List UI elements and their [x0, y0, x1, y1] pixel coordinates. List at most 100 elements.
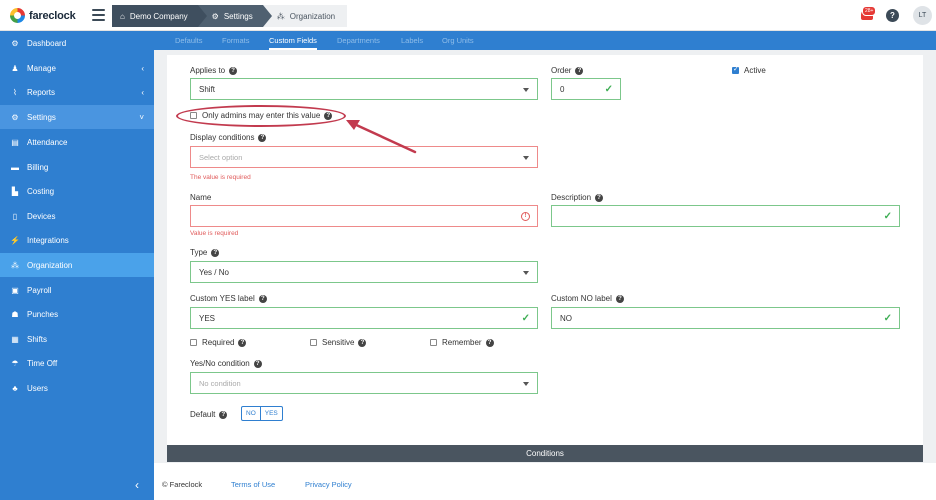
sensitive-checkbox[interactable]: Sensitive? [310, 338, 367, 347]
tab-org-units[interactable]: Org Units [442, 31, 474, 50]
description-input[interactable]: ✓ [551, 205, 900, 227]
person-icon: ♟ [11, 63, 19, 73]
tab-labels[interactable]: Labels [401, 31, 423, 50]
sidebar-item-label: Manage [27, 63, 56, 73]
notifications-bell-icon[interactable]: 28+ [861, 6, 877, 22]
breadcrumb-settings[interactable]: ⚙ Settings [197, 5, 272, 27]
org-chart-icon: ⁂ [11, 260, 19, 270]
sidebar-item-label: Users [27, 383, 48, 393]
help-icon[interactable]: ? [229, 66, 238, 75]
default-no-button[interactable]: NO [242, 407, 260, 420]
sidebar-item-label: Costing [27, 186, 55, 196]
payroll-icon: ▣ [11, 285, 19, 295]
sidebar-item-organization[interactable]: ⁂ Organization [0, 253, 154, 277]
help-icon[interactable]: ? [219, 410, 228, 419]
order-label: Order? [551, 66, 584, 75]
device-icon: ▯ [12, 211, 18, 221]
tab-custom-fields[interactable]: Custom Fields [269, 31, 317, 50]
brand-logo[interactable]: fareclock [10, 8, 76, 23]
checkbox-icon [190, 339, 197, 346]
help-icon[interactable]: ? [575, 66, 584, 75]
caret-down-icon [523, 271, 529, 275]
error-icon: ! [521, 212, 530, 221]
order-input[interactable]: 0 ✓ [551, 78, 621, 100]
sidebar-item-label: Punches [27, 309, 59, 319]
description-label: Description? [551, 193, 604, 202]
active-checkbox[interactable]: Active [732, 65, 766, 75]
help-icon[interactable]: ? [211, 248, 220, 257]
sidebar-item-billing[interactable]: ▬ Billing [0, 155, 154, 179]
chevron-left-icon: ‹ [135, 478, 139, 492]
check-icon: ✓ [521, 313, 530, 324]
beach-icon: ☂ [11, 358, 19, 368]
name-input[interactable]: ! [190, 205, 538, 227]
sidebar-item-punches[interactable]: ☗ Punches [0, 302, 154, 326]
sidebar-item-users[interactable]: ♣ Users [0, 376, 154, 400]
sidebar-item-integrations[interactable]: ⚡ Integrations [0, 228, 154, 252]
footer: © Fareclock Terms of Use Privacy Policy [154, 470, 936, 500]
caret-down-icon [523, 88, 529, 92]
checkbox-icon [430, 339, 437, 346]
sidebar-item-time-off[interactable]: ☂ Time Off [0, 351, 154, 375]
help-icon[interactable]: ? [886, 9, 899, 22]
avatar[interactable]: LT [913, 6, 932, 25]
display-conditions-error: The value is required [190, 174, 251, 181]
sidebar-item-label: Time Off [27, 358, 58, 368]
help-icon[interactable]: ? [615, 294, 624, 303]
tab-departments[interactable]: Departments [337, 31, 380, 50]
help-icon[interactable]: ? [595, 193, 604, 202]
terms-link[interactable]: Terms of Use [231, 480, 275, 489]
gear-icon: ⚙ [11, 112, 19, 122]
sidebar-item-label: Dashboard [27, 38, 67, 48]
sidebar-item-manage[interactable]: ♟ Manage ‹ [0, 56, 154, 80]
help-icon[interactable]: ? [238, 338, 247, 347]
menu-toggle-icon[interactable] [92, 9, 105, 21]
breadcrumb: ⌂ Demo Company ⚙ Settings ⁂ Organization [112, 5, 348, 27]
sidebar-item-label: Shifts [27, 334, 48, 344]
required-checkbox[interactable]: Required? [190, 338, 247, 347]
sidebar-item-shifts[interactable]: ▦ Shifts [0, 327, 154, 351]
sidebar-item-devices[interactable]: ▯ Devices [0, 204, 154, 228]
type-select[interactable]: Yes / No [190, 261, 538, 283]
chevron-down-icon: ˅ [139, 112, 144, 122]
chart-icon: ⌇ [13, 87, 17, 97]
applies-to-select[interactable]: Shift [190, 78, 538, 100]
help-icon[interactable]: ? [358, 338, 367, 347]
help-icon[interactable]: ? [258, 133, 267, 142]
costing-icon: ▙ [11, 186, 19, 196]
sidebar-item-payroll[interactable]: ▣ Payroll [0, 278, 154, 302]
custom-yes-input[interactable]: YES ✓ [190, 307, 538, 329]
sidebar-item-label: Settings [27, 112, 56, 122]
sidebar-collapse-button[interactable]: ‹ [0, 472, 154, 500]
breadcrumb-company[interactable]: ⌂ Demo Company [112, 5, 207, 27]
sidebar-item-attendance[interactable]: ▤ Attendance [0, 130, 154, 154]
check-icon: ✓ [604, 84, 613, 95]
sidebar-item-settings[interactable]: ⚙ Settings ˅ [0, 105, 154, 129]
default-label: Default? [190, 410, 228, 419]
breadcrumb-settings-label: Settings [223, 11, 253, 21]
sidebar-item-dashboard[interactable]: ⚙ Dashboard [0, 31, 154, 55]
privacy-link[interactable]: Privacy Policy [305, 480, 352, 489]
custom-no-input[interactable]: NO ✓ [551, 307, 900, 329]
name-label: Name [190, 193, 212, 202]
check-icon: ✓ [883, 313, 892, 324]
breadcrumb-company-label: Demo Company [129, 11, 188, 21]
tab-formats[interactable]: Formats [222, 31, 250, 50]
breadcrumb-organization[interactable]: ⁂ Organization [262, 5, 348, 27]
conditions-bar[interactable]: Conditions [167, 445, 923, 462]
display-conditions-select[interactable]: Select option [190, 146, 538, 168]
default-yes-button[interactable]: YES [259, 407, 282, 420]
tab-defaults[interactable]: Defaults [175, 31, 203, 50]
help-icon[interactable]: ? [253, 359, 262, 368]
sidebar-item-costing[interactable]: ▙ Costing [0, 179, 154, 203]
gear-icon: ⚙ [211, 11, 219, 21]
remember-checkbox[interactable]: Remember? [430, 338, 494, 347]
custom-no-label: Custom NO label? [551, 294, 624, 303]
yes-no-condition-select[interactable]: No condition [190, 372, 538, 394]
sidebar-item-reports[interactable]: ⌇ Reports ‹ [0, 80, 154, 104]
help-icon[interactable]: ? [258, 294, 267, 303]
notification-count-badge: 28+ [862, 6, 877, 16]
checkbox-checked-icon [732, 65, 739, 74]
chevron-left-icon: ‹ [141, 87, 144, 97]
help-icon[interactable]: ? [485, 338, 494, 347]
